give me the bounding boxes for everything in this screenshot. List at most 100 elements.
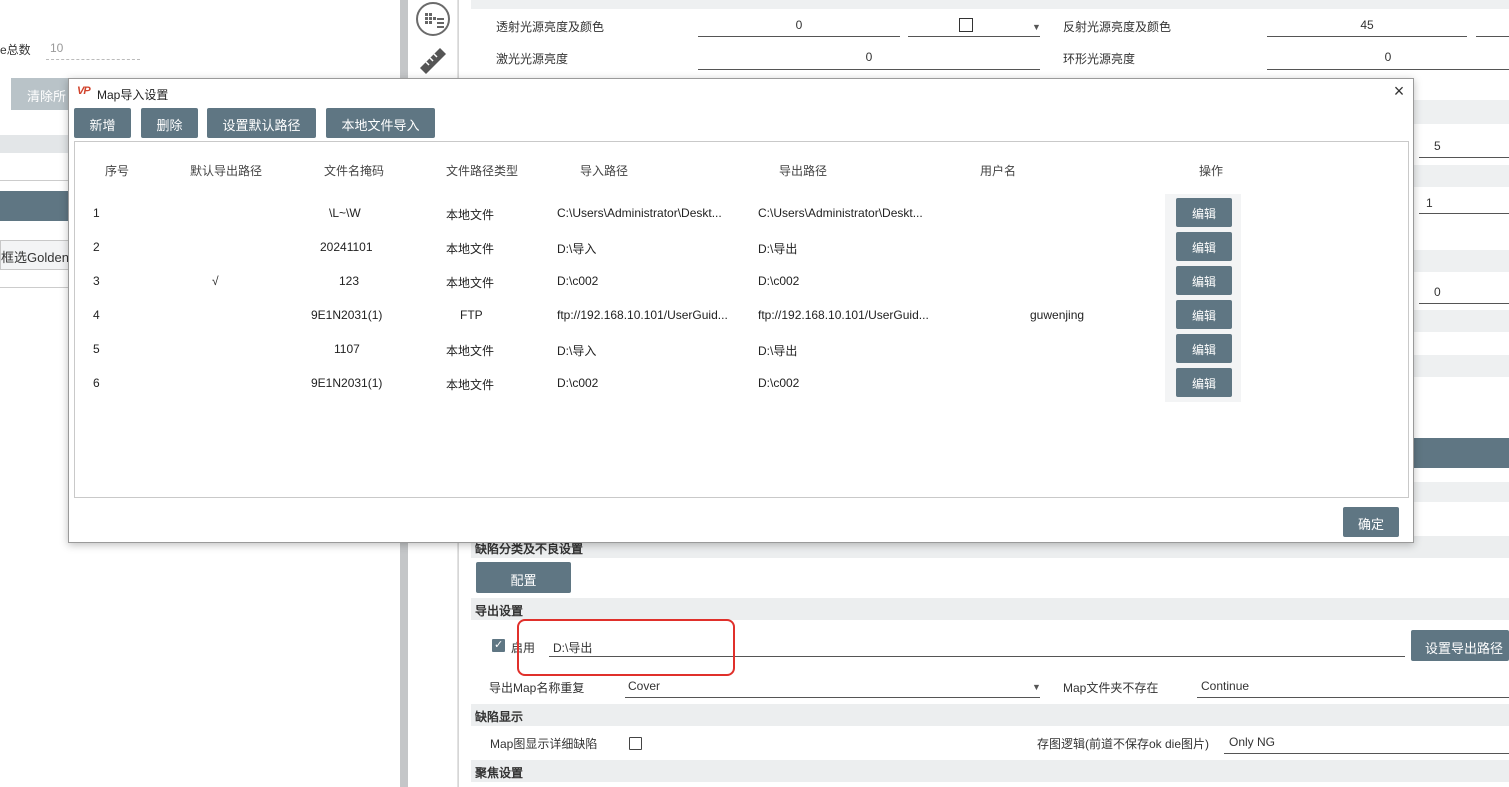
delete-button[interactable]: 删除 <box>141 108 198 138</box>
cell-type: 本地文件 <box>446 344 495 358</box>
cell-mask: 9E1N2031(1) <box>311 376 383 390</box>
input-underline <box>698 36 900 37</box>
cell-default: √ <box>212 274 219 288</box>
column-header: 文件名掩码 <box>324 164 385 178</box>
edit-button[interactable]: 编辑 <box>1176 232 1232 261</box>
cell-export-path: D:\导出 <box>758 344 798 358</box>
cell-mask: 20241101 <box>320 240 373 254</box>
column-header: 导出路径 <box>779 164 828 178</box>
cell-export-path: D:\c002 <box>758 274 800 288</box>
duplicate-name-select[interactable]: Cover <box>628 679 660 693</box>
transmit-color-swatch[interactable] <box>959 18 973 32</box>
defect-display-header: 缺陷显示 <box>471 704 1509 726</box>
highlight-annotation <box>517 619 735 676</box>
cell-export-path: C:\Users\Administrator\Deskt... <box>758 206 923 220</box>
input-underline <box>1267 36 1467 37</box>
chevron-down-icon[interactable]: ▼ <box>1032 22 1041 32</box>
cell-type: 本地文件 <box>446 242 495 256</box>
edit-button[interactable]: 编辑 <box>1176 368 1232 397</box>
cell-import-path: D:\c002 <box>557 376 599 390</box>
cell-type: 本地文件 <box>446 378 495 392</box>
input-underline <box>625 697 1040 698</box>
count-label: e总数 <box>0 43 31 57</box>
add-button[interactable]: 新增 <box>74 108 131 138</box>
input-underline <box>1224 753 1509 754</box>
save-logic-select[interactable]: Only NG <box>1229 735 1275 749</box>
input-underline <box>1197 697 1509 698</box>
side-value[interactable]: 0 <box>1434 285 1441 299</box>
focus-section-header: 聚焦设置 <box>471 760 1509 782</box>
column-header: 操作 <box>1199 164 1224 178</box>
local-file-import-button[interactable]: 本地文件导入 <box>326 108 435 138</box>
set-default-path-button[interactable]: 设置默认路径 <box>207 108 316 138</box>
side-value[interactable]: 1 <box>1426 196 1433 210</box>
cell-type: 本地文件 <box>446 276 495 290</box>
cell-import-path: C:\Users\Administrator\Deskt... <box>557 206 722 220</box>
enable-export-checkbox[interactable] <box>492 638 505 652</box>
input-underline <box>1419 303 1509 304</box>
cell-export-path: D:\导出 <box>758 242 798 256</box>
transmit-value[interactable]: 0 <box>698 18 900 32</box>
edit-button[interactable]: 编辑 <box>1176 198 1232 227</box>
input-underline <box>1419 213 1509 214</box>
ruler-pencil-icon[interactable] <box>418 46 448 76</box>
duplicate-name-label: 导出Map名称重复 <box>489 681 585 695</box>
close-icon[interactable]: × <box>1389 81 1409 101</box>
map-import-table: 序号 默认导出路径 文件名掩码 文件路径类型 导入路径 导出路径 用户名 操作 … <box>74 141 1409 498</box>
column-header: 默认导出路径 <box>190 164 263 178</box>
column-header: 用户名 <box>980 164 1017 178</box>
cell-import-path: ftp://192.168.10.101/UserGuid... <box>557 308 728 322</box>
input-underline <box>1267 69 1509 70</box>
edit-button[interactable]: 编辑 <box>1176 300 1232 329</box>
clear-button[interactable]: 清除所 <box>11 78 71 110</box>
cell-type: 本地文件 <box>446 208 495 222</box>
config-button[interactable]: 配置 <box>476 562 571 593</box>
transmit-label: 透射光源亮度及颜色 <box>496 20 605 34</box>
set-export-path-button[interactable]: 设置导出路径 <box>1411 630 1509 661</box>
cell-mask: 1107 <box>334 342 360 356</box>
reflect-value[interactable]: 45 <box>1267 18 1467 32</box>
cell-type: FTP <box>460 308 483 322</box>
laser-label: 激光光源亮度 <box>496 52 569 66</box>
right-action-bar[interactable] <box>1410 438 1509 468</box>
select-golden-button[interactable]: 框选Golden <box>0 240 70 270</box>
cell-index: 6 <box>93 376 100 390</box>
map-import-dialog: VP Map导入设置 × 新增 删除 设置默认路径 本地文件导入 序号 默认导出… <box>68 78 1414 543</box>
edit-button[interactable]: 编辑 <box>1176 334 1232 363</box>
side-value[interactable]: 5 <box>1434 139 1441 153</box>
ok-button[interactable]: 确定 <box>1343 507 1399 537</box>
left-action-bar[interactable] <box>0 191 70 221</box>
cell-import-path: D:\导入 <box>557 344 597 358</box>
transmit-reflect-row: 透射光源亮度及颜色 0 ▼ 反射光源亮度及颜色 45 <box>459 10 1509 42</box>
dialog-title: Map导入设置 <box>97 88 169 102</box>
cell-index: 4 <box>93 308 100 322</box>
light-section-header <box>471 0 1509 9</box>
column-header: 序号 <box>105 164 130 178</box>
cell-import-path: D:\导入 <box>557 242 597 256</box>
edit-button[interactable]: 编辑 <box>1176 266 1232 295</box>
cell-index: 5 <box>93 342 100 356</box>
chevron-down-icon[interactable]: ▼ <box>1032 682 1041 692</box>
cell-import-path: D:\c002 <box>557 274 599 288</box>
detail-defect-checkbox[interactable] <box>629 737 642 750</box>
input-underline <box>1419 157 1509 158</box>
column-header: 导入路径 <box>580 164 629 178</box>
export-section-header: 导出设置 <box>471 598 1509 620</box>
cell-index: 3 <box>93 274 100 288</box>
count-input[interactable]: 10 <box>46 38 140 60</box>
column-header: 文件路径类型 <box>446 164 519 178</box>
laser-ring-row: 激光光源亮度 0 环形光源亮度 0 <box>459 42 1509 74</box>
cell-user: guwenjing <box>1030 308 1085 322</box>
cell-index: 1 <box>93 206 100 220</box>
laser-value[interactable]: 0 <box>698 50 1040 64</box>
cell-mask: 123 <box>339 274 360 288</box>
folder-missing-select[interactable]: Continue <box>1201 679 1249 693</box>
input-underline <box>1476 36 1509 37</box>
cell-mask: 9E1N2031(1) <box>311 308 383 322</box>
wafer-map-icon[interactable] <box>416 2 450 36</box>
reflect-label: 反射光源亮度及颜色 <box>1063 20 1172 34</box>
ring-label: 环形光源亮度 <box>1063 52 1136 66</box>
cell-mask: \L~\W <box>329 206 361 220</box>
input-underline <box>908 36 1040 37</box>
ring-value[interactable]: 0 <box>1267 50 1509 64</box>
